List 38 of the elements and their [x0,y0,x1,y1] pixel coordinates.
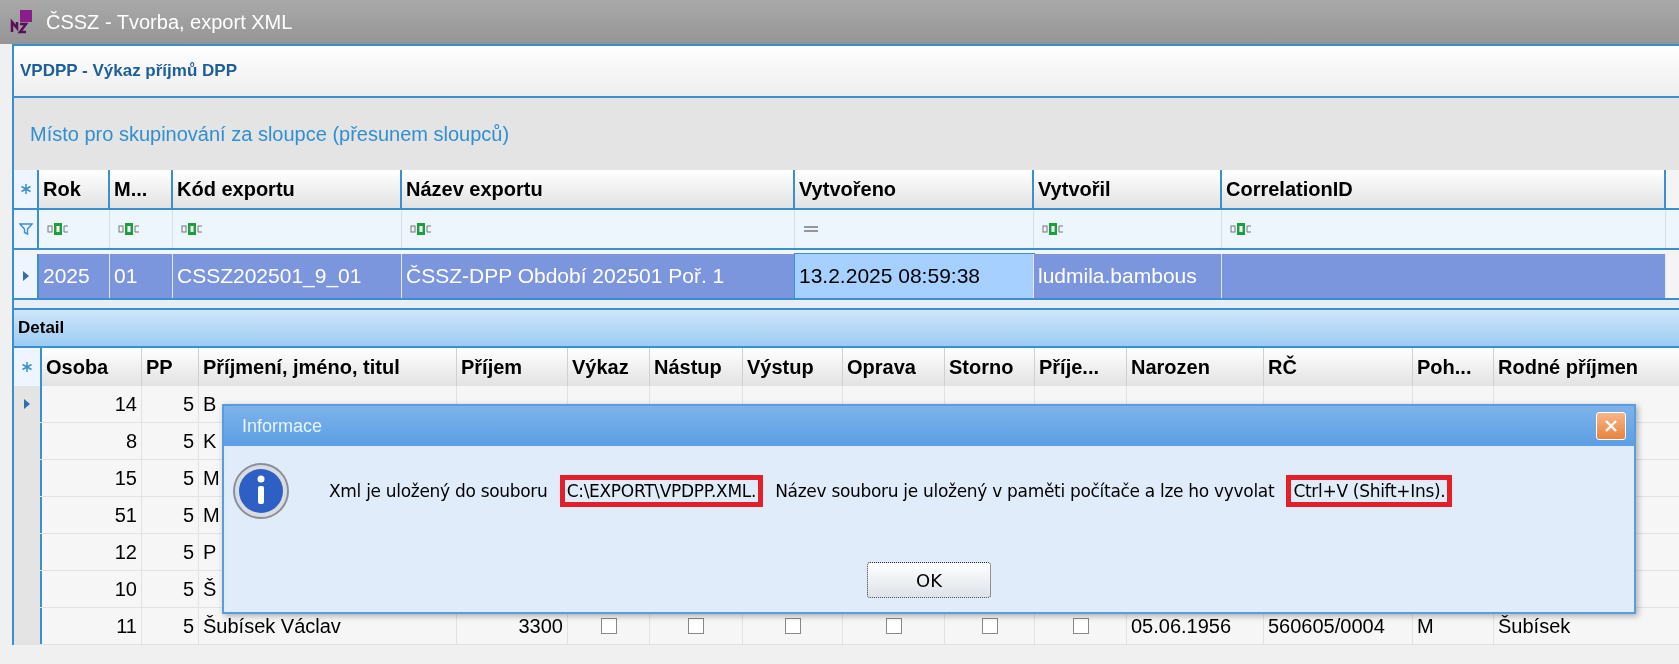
table-cell: 2025 [39,254,110,298]
table-cell: Šubísek [1498,614,1571,638]
table-cell: 05.06.1956 [1131,614,1232,638]
table-cell: 01 [110,254,173,298]
table-cell: 560605/0004 [1268,614,1385,638]
table-cell: M [203,503,220,527]
table-cell: CSSZ202501_9_01 [173,254,402,298]
dialog-message: Xml je uložený do souboru C:\EXPORT\VPDPP.XML. Název souboru je uložený v paměti počítače a lze ho vyvolat Ctrl+V (Shift+Ins). [310,465,1465,517]
table-cell: 15 [114,466,137,490]
panel-title: VPDPP - Výkaz příjmů DPP [14,44,1679,98]
table-cell: Š [203,577,217,601]
table-cell: M [1417,614,1434,638]
table-cell: ludmila.bambous [1034,254,1222,298]
table-cell: P [203,540,217,564]
table-cell: 14 [114,392,137,416]
dialog-title: Informace [242,415,323,437]
table-cell: M [203,466,220,490]
table-cell: 8 [125,429,137,453]
table-cell: 5 [182,614,194,638]
table-cell: 13.2.2025 08:59:38 [795,254,1034,298]
table-cell: 5 [182,577,194,601]
table-cell: 5 [182,429,194,453]
table-cell: 5 [182,466,194,490]
table-cell: 5 [182,503,194,527]
table-cell: K [203,429,217,453]
detail-title: Detail [18,318,65,338]
table-cell: B [203,392,217,416]
table-cell: 51 [114,503,137,527]
table-cell: 10 [114,577,137,601]
table-cell: 5 [182,540,194,564]
table-cell: ČSSZ-DPP Období 202501 Poř. 1 [402,254,795,298]
table-cell: 5 [182,392,194,416]
table-cell: 3300 [518,614,563,638]
group-by-hint: Místo pro skupinování za sloupce (přesunem sloupců) [30,122,510,146]
table-cell: 11 [116,614,137,638]
window-title: ČSSZ - Tvorba, export XML [46,10,293,34]
table-cell: 12 [114,540,137,564]
table-cell: Šubísek Václav [203,614,341,638]
